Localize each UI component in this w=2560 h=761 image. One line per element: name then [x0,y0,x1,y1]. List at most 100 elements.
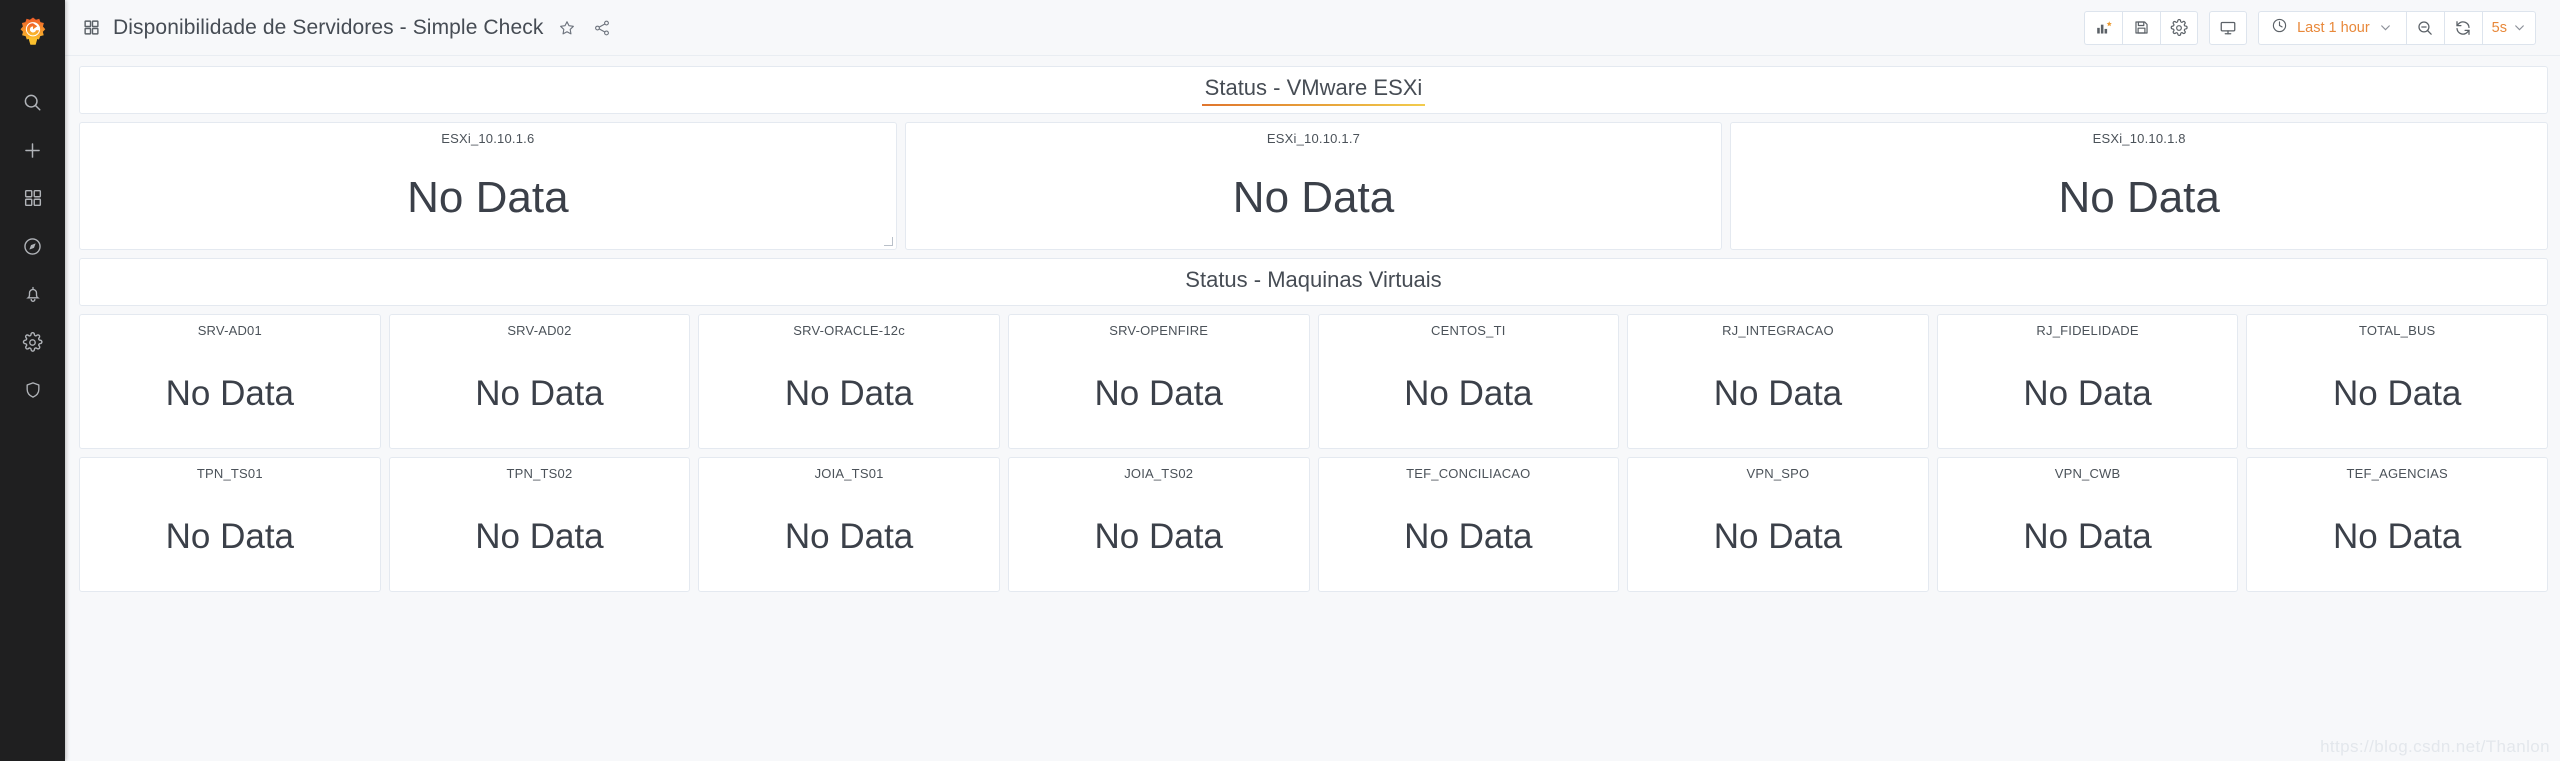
refresh-interval-label: 5s [2491,19,2507,36]
panel-title[interactable]: SRV-AD01 [198,315,262,338]
stat-panel[interactable]: RJ_INTEGRACAO No Data [1627,314,1929,449]
refresh-dashboard-button[interactable] [2443,10,2482,45]
panel-resize-handle[interactable] [883,236,894,247]
panel-body: No Data [80,481,380,591]
header-left: Disponibilidade de Servidores - Simple C… [83,16,613,40]
panel-body: No Data [1009,481,1309,591]
sidebar-item-configuration[interactable] [0,318,65,366]
panel-row: SRV-AD01 No Data SRV-AD02 No Data SRV-ORACLE… [79,314,2548,449]
panel-title[interactable]: SRV-OPENFIRE [1109,315,1208,338]
sidebar-item-explore[interactable] [0,222,65,270]
panel-value: No Data [1232,172,1395,222]
sidebar [0,0,65,761]
panel-title[interactable]: SRV-AD02 [507,315,571,338]
panel-value: No Data [1094,516,1223,556]
time-range-picker[interactable]: Last 1 hour [2258,10,2406,45]
stat-panel[interactable]: ESXi_10.10.1.6 No Data [79,122,897,250]
panel-title[interactable]: VPN_CWB [2055,458,2121,481]
row-header[interactable]: Status - Maquinas Virtuais [79,258,2548,306]
sidebar-item-dashboards[interactable] [0,174,65,222]
refresh-interval-picker[interactable]: 5s [2481,10,2536,45]
stat-panel[interactable]: SRV-OPENFIRE No Data [1007,314,1310,449]
panel-value: No Data [165,516,295,556]
stat-panel[interactable]: SRV-AD01 No Data [79,314,381,449]
stat-panel[interactable]: SRV-AD02 No Data [388,314,691,449]
sidebar-item-search[interactable] [0,78,65,126]
panel-value: No Data [2023,516,2152,556]
stat-panel[interactable]: VPN_SPO No Data [1627,457,1929,592]
stat-panel[interactable]: TPN_TS02 No Data [388,457,691,592]
stat-panel[interactable]: VPN_CWB No Data [1936,457,2239,592]
panel-value: No Data [2332,516,2462,556]
row-header[interactable]: Status - VMware ESXi [79,66,2548,114]
plus-icon [22,140,43,161]
panel-body: No Data [80,338,380,448]
zoom-out-time-range-button[interactable] [2405,10,2444,45]
panel-row: ESXi_10.10.1.6 No Data ESXi_10.10.1.7 No Da… [79,122,2549,250]
panel-body: No Data [1319,481,1619,591]
panel-title[interactable]: TEF_AGENCIAS [2347,458,2448,481]
sidebar-item-server-admin[interactable] [0,366,65,414]
panel-value: No Data [1713,373,1843,413]
panel-title[interactable]: CENTOS_TI [1431,315,1506,338]
dashboard-actions-group [2084,10,2199,45]
dashboard-header: Disponibilidade de Servidores - Simple C… [65,0,2560,56]
panel-body: No Data [1628,338,1928,448]
panel-title[interactable]: TOTAL_BUS [2359,315,2435,338]
panel-title[interactable]: ESXi_10.10.1.6 [441,123,534,146]
panel-body: No Data [1731,146,2547,249]
panel-title[interactable]: ESXi_10.10.1.8 [2093,123,2186,146]
panel-title[interactable]: JOIA_TS01 [815,458,884,481]
main-area: Disponibilidade de Servidores - Simple C… [65,0,2560,761]
panel-body: No Data [390,338,690,448]
stat-panel[interactable]: ESXi_10.10.1.8 No Data [1730,122,2549,250]
dashboard-settings-button[interactable] [2160,10,2199,45]
stat-panel[interactable]: JOIA_TS01 No Data [698,457,1000,592]
shield-icon [23,380,43,400]
panel-body: No Data [390,481,690,591]
grafana-logo[interactable] [0,0,65,64]
share-icon[interactable] [591,17,613,39]
add-panel-button[interactable] [2084,10,2123,45]
panel-body: No Data [2247,338,2547,448]
panel-value: No Data [475,516,604,556]
panel-title[interactable]: SRV-ORACLE-12c [793,315,905,338]
stat-panel[interactable]: TEF_AGENCIAS No Data [2246,457,2548,592]
clock-icon [2271,17,2288,39]
panel-value: No Data [2058,172,2220,222]
panel-body: No Data [906,146,1722,249]
stat-panel[interactable]: SRV-ORACLE-12c No Data [698,314,1000,449]
panel-body: No Data [699,481,999,591]
row-title: Status - Maquinas Virtuais [1185,266,1442,292]
stat-panel[interactable]: JOIA_TS02 No Data [1007,457,1310,592]
panel-row: TPN_TS01 No Data TPN_TS02 No Data JOIA_TS01 N… [79,457,2548,592]
explore-compass-icon [22,236,43,257]
panel-value: No Data [1713,516,1843,556]
panel-title[interactable]: RJ_INTEGRACAO [1722,315,1834,338]
stat-panel[interactable]: TPN_TS01 No Data [79,457,381,592]
panel-body: No Data [1938,338,2238,448]
stat-panel[interactable]: TOTAL_BUS No Data [2246,314,2548,449]
panel-body: No Data [1009,338,1309,448]
chevron-down-icon [2379,21,2392,34]
star-icon[interactable] [556,17,578,39]
save-dashboard-button[interactable] [2122,10,2161,45]
dashboard-grid-icon [83,19,100,36]
panel-value: No Data [1404,373,1533,413]
sidebar-item-alerting[interactable] [0,270,65,318]
panel-title[interactable]: TPN_TS01 [197,458,263,481]
row-title: Status - VMware ESXi [1201,75,1425,106]
panel-title[interactable]: JOIA_TS02 [1124,458,1193,481]
panel-title[interactable]: TEF_CONCILIACAO [1406,458,1530,481]
panel-title[interactable]: TPN_TS02 [506,458,572,481]
stat-panel[interactable]: ESXi_10.10.1.7 No Data [904,122,1723,250]
time-controls-group: Last 1 hour 5s [2258,10,2536,45]
stat-panel[interactable]: CENTOS_TI No Data [1317,314,1620,449]
sidebar-item-create[interactable] [0,126,65,174]
panel-title[interactable]: ESXi_10.10.1.7 [1267,123,1360,146]
panel-title[interactable]: RJ_FIDELIDADE [2036,315,2138,338]
panel-title[interactable]: VPN_SPO [1747,458,1810,481]
stat-panel[interactable]: RJ_FIDELIDADE No Data [1936,314,2239,449]
cycle-view-mode-button[interactable] [2209,10,2248,45]
stat-panel[interactable]: TEF_CONCILIACAO No Data [1317,457,1620,592]
